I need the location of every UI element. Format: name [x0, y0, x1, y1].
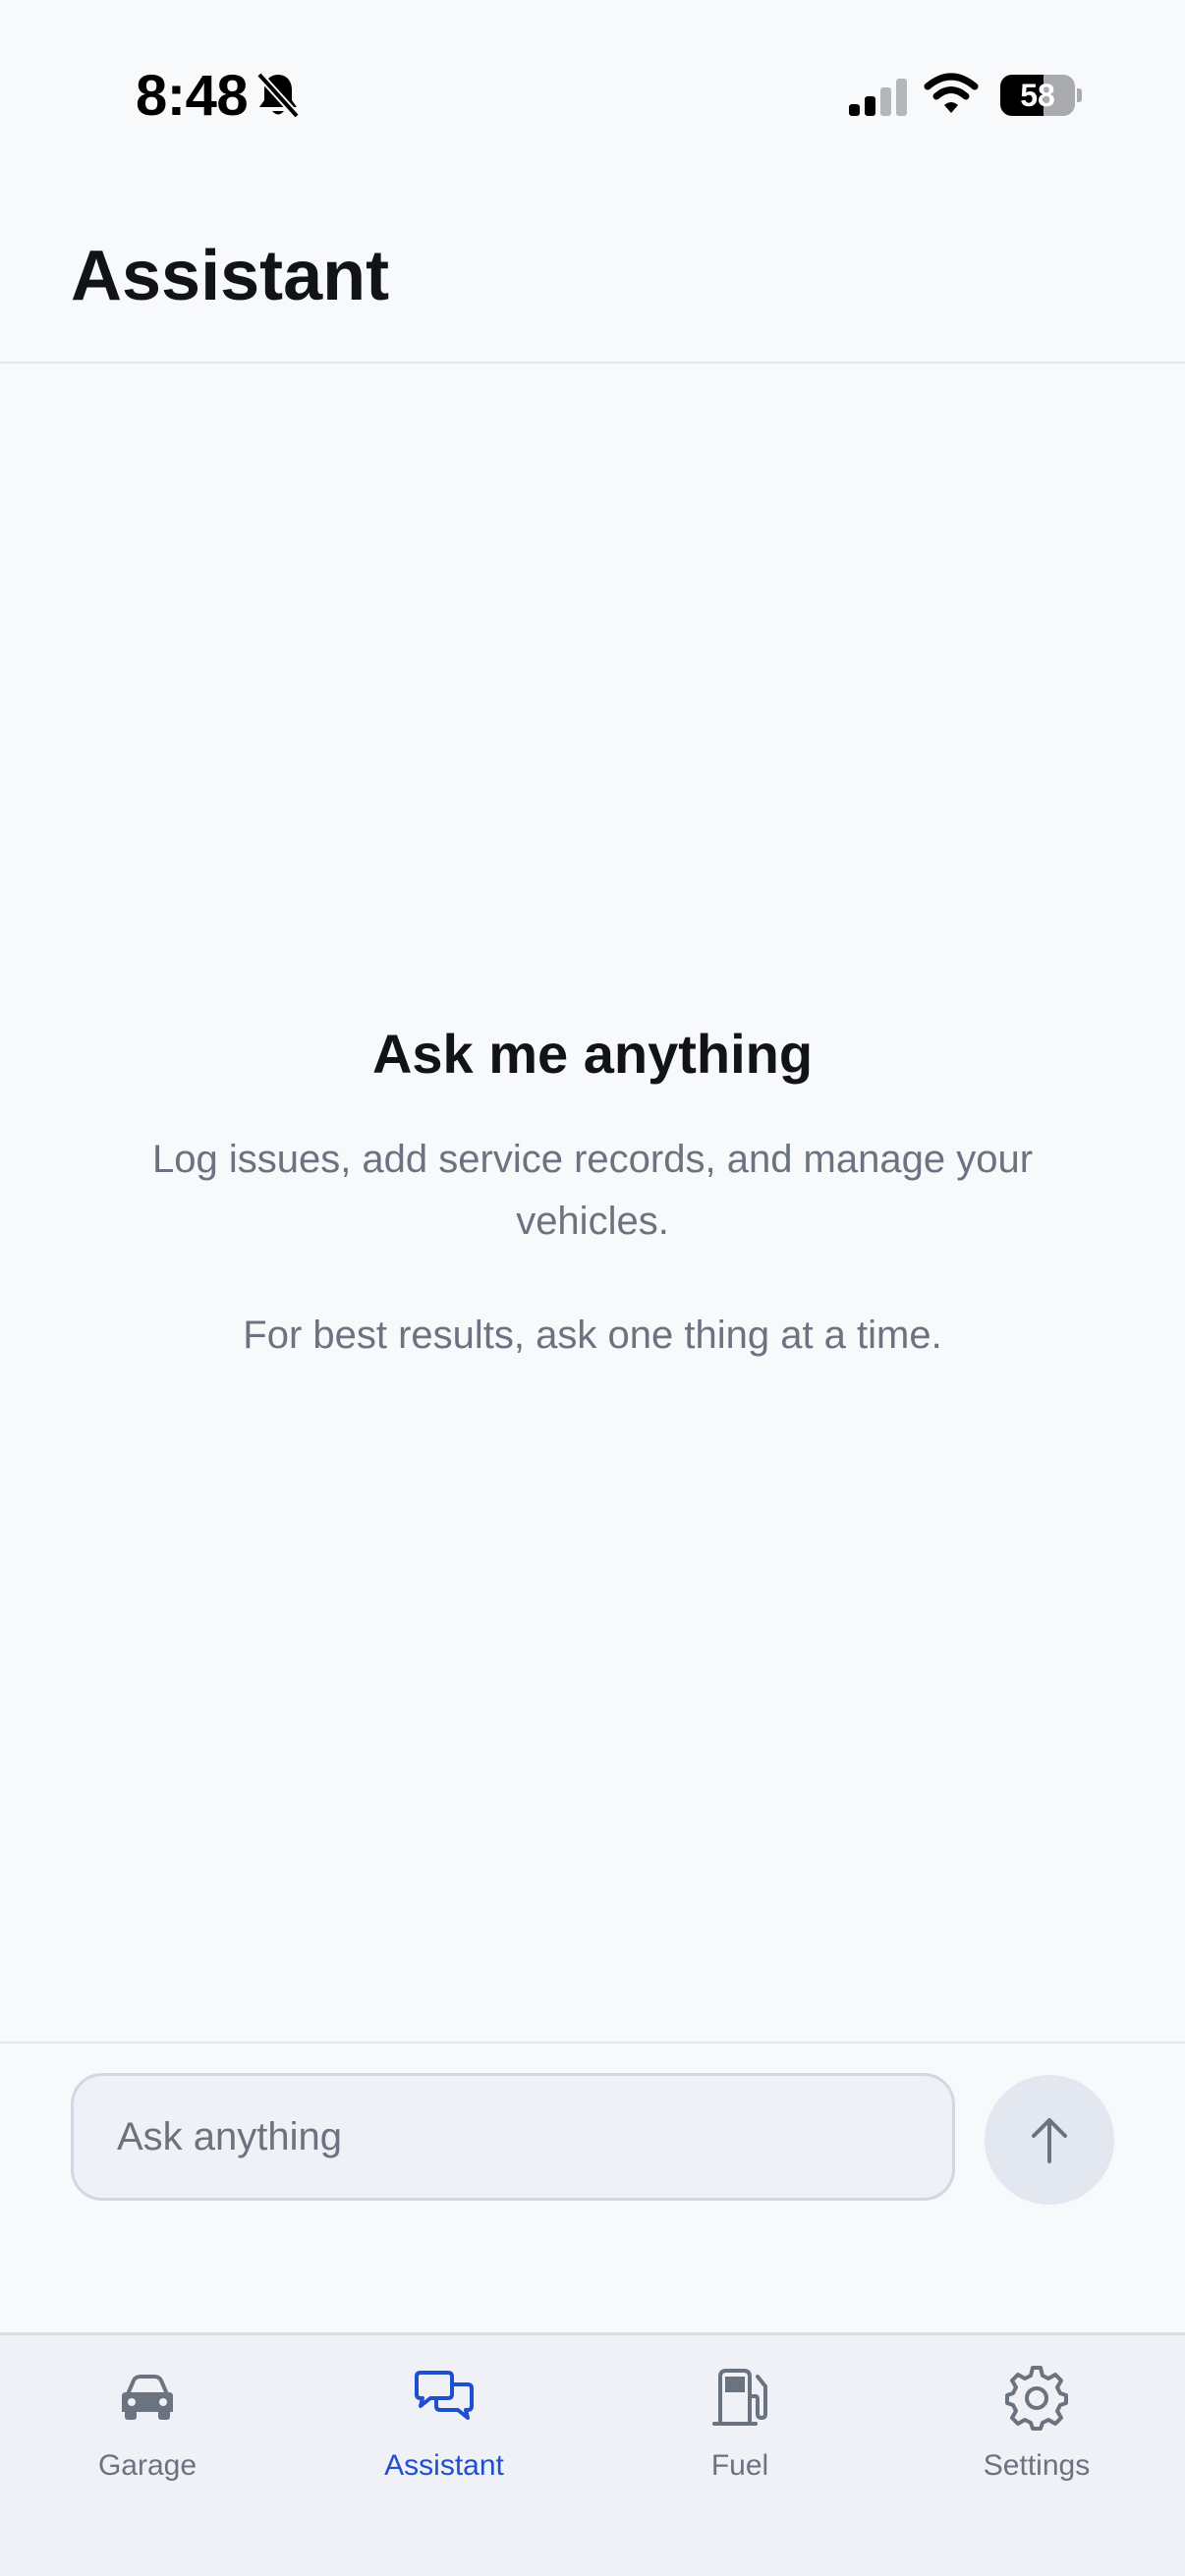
- tab-garage[interactable]: Garage: [29, 2363, 265, 2500]
- battery-icon: 58: [1000, 75, 1082, 116]
- gear-icon: [1005, 2366, 1068, 2431]
- header: Assistant: [0, 196, 1185, 364]
- composer: [0, 2042, 1185, 2332]
- tab-label-garage: Garage: [97, 2449, 198, 2482]
- tab-settings[interactable]: Settings: [919, 2363, 1155, 2500]
- empty-state-hint: For best results, ask one thing at a tim…: [243, 1314, 942, 1357]
- tab-assistant[interactable]: Assistant: [326, 2363, 562, 2500]
- tab-bar: Garage Assistant Fuel Settings: [0, 2332, 1185, 2576]
- status-bar: 8:48 58: [0, 0, 1185, 196]
- wifi-icon: [924, 73, 979, 113]
- ask-input[interactable]: [71, 2073, 955, 2201]
- battery-percent: 58: [1020, 78, 1055, 113]
- empty-state: Ask me anything Log issues, add service …: [0, 1022, 1185, 1358]
- page-title: Assistant: [71, 237, 390, 315]
- tab-label-settings: Settings: [983, 2449, 1091, 2482]
- chat-bubbles-icon: [415, 2371, 474, 2420]
- send-button[interactable]: [985, 2075, 1114, 2205]
- status-time: 8:48: [136, 64, 249, 128]
- tab-label-assistant: Assistant: [384, 2449, 504, 2482]
- arrow-up-icon: [1032, 2118, 1067, 2163]
- tab-fuel[interactable]: Fuel: [622, 2363, 858, 2500]
- tab-label-fuel: Fuel: [710, 2449, 769, 2482]
- fuel-pump-icon: [712, 2369, 767, 2426]
- empty-state-description: Log issues, add service records, and man…: [151, 1138, 1034, 1243]
- assistant-screen: 8:48 58 Assistant Ask me anything Log is…: [0, 0, 1185, 2576]
- car-icon: [122, 2375, 173, 2420]
- signal-icon: [849, 79, 907, 116]
- bell-slash-icon: [256, 72, 300, 119]
- empty-state-title: Ask me anything: [371, 1023, 814, 1085]
